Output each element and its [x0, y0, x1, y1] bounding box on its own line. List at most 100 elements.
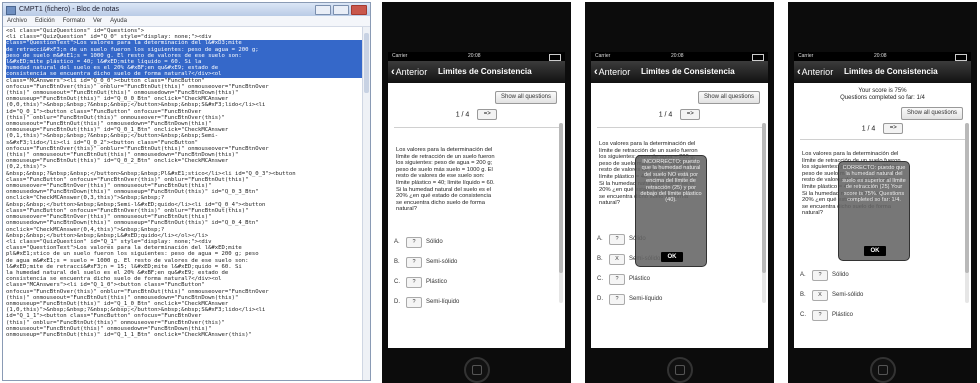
pager-count: 1 / 4 [455, 111, 470, 119]
answer-letter: D. [394, 299, 400, 305]
pager-count: 1 / 4 [861, 125, 876, 133]
back-button[interactable]: ‹Anterior [797, 66, 833, 78]
carrier-label: Carrier [595, 53, 611, 59]
notepad-scrollbar[interactable] [362, 27, 370, 380]
clock: 20:08 [468, 53, 481, 59]
menu-item-ver[interactable]: Ver [93, 16, 102, 26]
clock: 20:08 [671, 53, 684, 59]
alert-ok-button[interactable]: OK [660, 251, 684, 263]
page-scrollbar[interactable] [965, 123, 969, 303]
answer-button[interactable]: ? [609, 294, 625, 305]
back-label: Anterior [801, 67, 834, 77]
home-button[interactable] [464, 357, 490, 383]
scrollbar-thumb[interactable] [762, 123, 766, 273]
navigation-bar: ‹Anterior Limites de Consistencia [794, 61, 971, 83]
home-button[interactable] [667, 357, 693, 383]
battery-icon [752, 54, 764, 61]
show-all-questions-button[interactable]: Show all questions [698, 91, 760, 104]
answer-option: A.? Sólido [392, 236, 512, 250]
answer-button[interactable]: ? [812, 270, 828, 281]
answer-option: D.? Semi-líquido [392, 296, 512, 310]
chevron-left-icon: ‹ [391, 66, 395, 78]
question-pager: 1 / 4 => [591, 109, 768, 120]
battery-icon [549, 54, 561, 61]
answer-option: B. X Semi-sólido [798, 289, 918, 303]
maximize-button[interactable] [333, 5, 349, 15]
alert-ok-button[interactable]: OK [863, 245, 887, 257]
carrier-label: Carrier [392, 53, 408, 59]
navigation-bar: ‹Anterior Limites de Consistencia [388, 61, 565, 83]
answer-option: C.? Plástico [595, 273, 715, 287]
menu-item-formato[interactable]: Formato [63, 16, 85, 26]
notepad-text-area[interactable]: <ol class="QuizQuestions" id="Questions"… [3, 27, 370, 339]
menu-item-edicion[interactable]: Edición [35, 16, 55, 26]
feedback-alert: INCORRECTO: puesto que la humedad natura… [635, 155, 707, 267]
answer-button[interactable]: ? [406, 277, 422, 288]
answer-button[interactable]: ? [406, 297, 422, 308]
answer-letter: A. [800, 272, 806, 278]
quiz-content: Show all questions 1 / 4 => Los valores … [591, 83, 768, 348]
status-bar: Carrier 20:08 [388, 52, 565, 61]
answer-button[interactable]: X [609, 254, 625, 265]
divider [597, 127, 762, 128]
answer-button[interactable]: X [812, 290, 828, 301]
feedback-alert: CORRECTO: puesto que la humedad natural … [838, 161, 910, 261]
answer-list: A.? Sólido B.? Semi-sólido C.? Plástico D.?… [392, 236, 512, 310]
close-button[interactable] [351, 5, 367, 15]
answer-label: Semi-sólido [426, 259, 458, 265]
question-text: Los valores para la determinación del lí… [396, 147, 495, 213]
scrollbar-thumb[interactable] [965, 123, 969, 273]
show-all-questions-button[interactable]: Show all questions [901, 107, 963, 120]
menu-item-ayuda[interactable]: Ayuda [110, 16, 127, 26]
home-button[interactable] [870, 357, 896, 383]
answer-letter: B. [800, 292, 806, 298]
minimize-button[interactable] [315, 5, 331, 15]
status-bar: Carrier 20:08 [591, 52, 768, 61]
chevron-left-icon: ‹ [594, 66, 598, 78]
nav-title: Limites de Consistencia [438, 67, 532, 76]
next-question-button[interactable]: => [477, 109, 498, 120]
back-button[interactable]: ‹Anterior [391, 66, 427, 78]
answer-letter: D. [597, 296, 603, 302]
back-label: Anterior [598, 67, 631, 77]
answer-option: A.? Sólido [798, 269, 918, 283]
next-question-button[interactable]: => [680, 109, 701, 120]
show-all-questions-button[interactable]: Show all questions [495, 91, 557, 104]
clock: 20:08 [874, 53, 887, 59]
home-square-icon [472, 365, 482, 375]
answer-letter: B. [597, 256, 603, 262]
completed-text: Questions completed so far: 1/4 [840, 95, 925, 101]
back-button[interactable]: ‹Anterior [594, 66, 630, 78]
answer-button[interactable]: ? [406, 237, 422, 248]
answer-label: Plástico [426, 279, 448, 285]
divider [800, 139, 965, 140]
answer-letter: C. [394, 279, 400, 285]
answer-button[interactable]: ? [609, 234, 625, 245]
menu-item-archivo[interactable]: Archivo [7, 16, 27, 26]
answer-button[interactable]: ? [406, 257, 422, 268]
scrollbar-thumb[interactable] [364, 33, 369, 93]
page-scrollbar[interactable] [559, 123, 563, 303]
quiz-content: Your score is 75% Questions completed so… [794, 83, 971, 348]
page-scrollbar[interactable] [762, 123, 766, 303]
answer-button[interactable]: ? [609, 274, 625, 285]
answer-label: Plástico [832, 312, 854, 318]
nav-title: Limites de Consistencia [844, 67, 938, 76]
next-question-button[interactable]: => [883, 123, 904, 134]
window-controls [315, 5, 367, 15]
home-square-icon [675, 365, 685, 375]
answer-option: C.? Plástico [798, 309, 918, 323]
answer-letter: C. [800, 312, 806, 318]
scrollbar-thumb[interactable] [559, 123, 563, 273]
notepad-icon [6, 6, 16, 15]
answer-button[interactable]: ? [812, 310, 828, 321]
answer-label: Plástico [629, 276, 651, 282]
phone-screen-3: Carrier 20:08 ‹Anterior Limites de Consi… [788, 2, 977, 383]
answer-list: A.? Sólido B. X Semi-sólido C.? Plástico [798, 269, 918, 323]
notepad-menu-bar: Archivo Edición Formato Ver Ayuda [3, 16, 370, 27]
quiz-content: Show all questions 1 / 4 => Los valores … [388, 83, 565, 348]
carrier-label: Carrier [798, 53, 814, 59]
notepad-title: CMPT1 (fichero) - Bloc de notas [19, 6, 119, 13]
nav-title: Limites de Consistencia [641, 67, 735, 76]
status-bar: Carrier 20:08 [794, 52, 971, 61]
